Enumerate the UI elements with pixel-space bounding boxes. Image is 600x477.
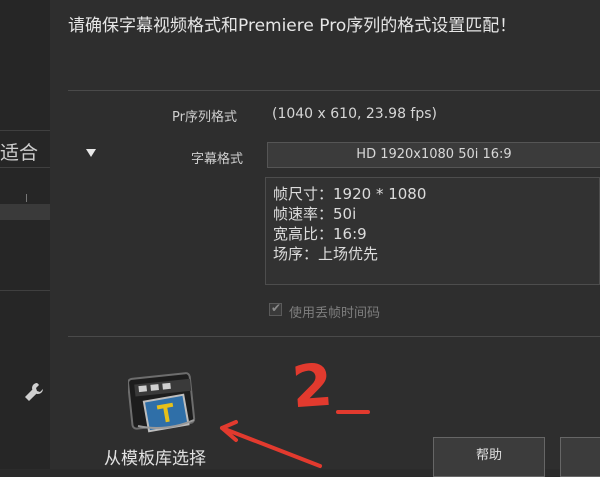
help-button[interactable]: 帮助 (433, 437, 545, 477)
next-button[interactable] (560, 437, 600, 477)
red-arrow (220, 420, 322, 468)
annotation-mark: 2 (289, 350, 335, 422)
annotation-underline (336, 410, 370, 414)
arrow-shaft (220, 426, 322, 468)
